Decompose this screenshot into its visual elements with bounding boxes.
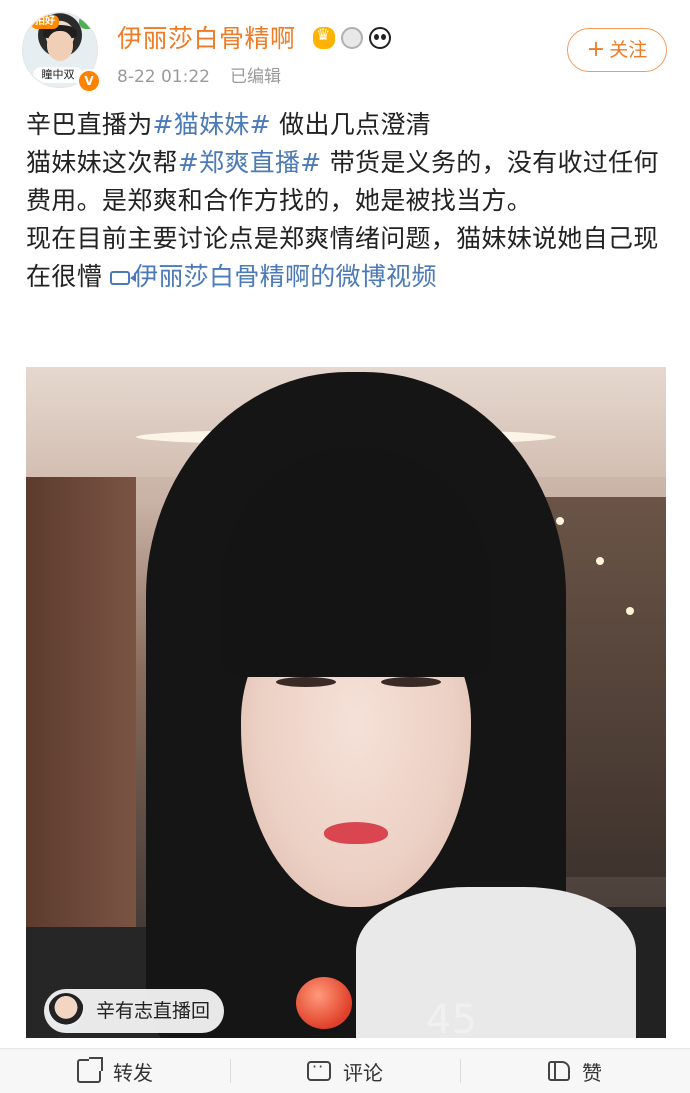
post-meta: 8-22 01:22 已编辑 [117,64,281,90]
post-line-2: 猫妹妹这次帮#郑爽直播# 带货是义务的，没有收过任何费用。是郑爽和合作方找的，她… [26,144,666,220]
video-watermark: 45 [426,997,477,1038]
vip-crown-icon[interactable] [313,25,335,49]
post-line-3: 现在目前主要讨论点是郑爽情绪问题，猫妹妹说她自己现在很懵 伊丽莎白骨精啊的微博视… [26,220,666,296]
share-icon [77,1057,103,1083]
video-light-dot [596,557,604,565]
hashtag-zhengshuang-live[interactable]: #郑爽直播# [178,148,322,177]
video-candy [296,977,352,1029]
avatar-face [47,31,73,61]
avatar-tag: 拍好 [31,15,59,29]
video-light-dot [626,607,634,615]
video-shirt [356,887,636,1038]
post-line-1: 辛巴直播为#猫妹妹# 做出几点澄清 [26,106,666,144]
video-eye [276,677,336,687]
thumbs-up-icon [548,1061,570,1081]
like-button[interactable]: 赞 [460,1049,690,1093]
frog-sticker-icon [79,13,97,29]
video-wall [26,477,136,937]
live-avatar [48,993,84,1029]
user-badges [313,25,391,49]
comment-button[interactable]: 评论 [230,1049,460,1093]
panda-icon[interactable] [369,27,391,49]
text-segment: 猫妹妹这次帮 [26,148,178,177]
text-segment: 做出几点澄清 [270,110,431,139]
post-timestamp: 8-22 01:22 [117,67,210,87]
text-segment: 辛巴直播为 [26,110,153,139]
video-eye [381,677,441,687]
avatar-caption: 瞳中双 [33,67,83,83]
post-text: 辛巴直播为#猫妹妹# 做出几点澄清 猫妹妹这次帮#郑爽直播# 带货是义务的，没有… [26,106,666,296]
post-header: 拍好 瞳中双 V 伊丽莎白骨精啊 8-22 01:22 已编辑 +关注 [0,0,690,100]
video-light-dot [556,517,564,525]
username[interactable]: 伊丽莎白骨精啊 [117,22,296,56]
repost-label: 转发 [113,1060,153,1085]
video-camera-icon [110,271,137,285]
comment-icon [307,1057,331,1081]
like-label: 赞 [582,1060,602,1085]
repost-button[interactable]: 转发 [0,1049,230,1093]
video-link-label: 伊丽莎白骨精啊的微博视频 [133,262,437,291]
follow-label: 关注 [609,39,648,61]
video-player[interactable]: 45 辛有志直播回 [26,367,666,1038]
verified-icon: V [77,69,101,93]
follow-button[interactable]: + 关注 [567,28,667,72]
medal-icon[interactable] [341,27,363,49]
action-bar: 转发 评论 赞 [0,1048,690,1093]
comment-label: 评论 [343,1060,383,1085]
hashtag-mao-meimei[interactable]: #猫妹妹# [153,110,271,139]
edited-label[interactable]: 已编辑 [230,67,281,87]
video-link[interactable]: 伊丽莎白骨精啊的微博视频 [110,262,437,291]
plus-icon: + [586,37,606,62]
video-lips [324,822,388,844]
live-replay-tag[interactable]: 辛有志直播回 [44,989,225,1033]
live-replay-label: 辛有志直播回 [96,1000,211,1022]
